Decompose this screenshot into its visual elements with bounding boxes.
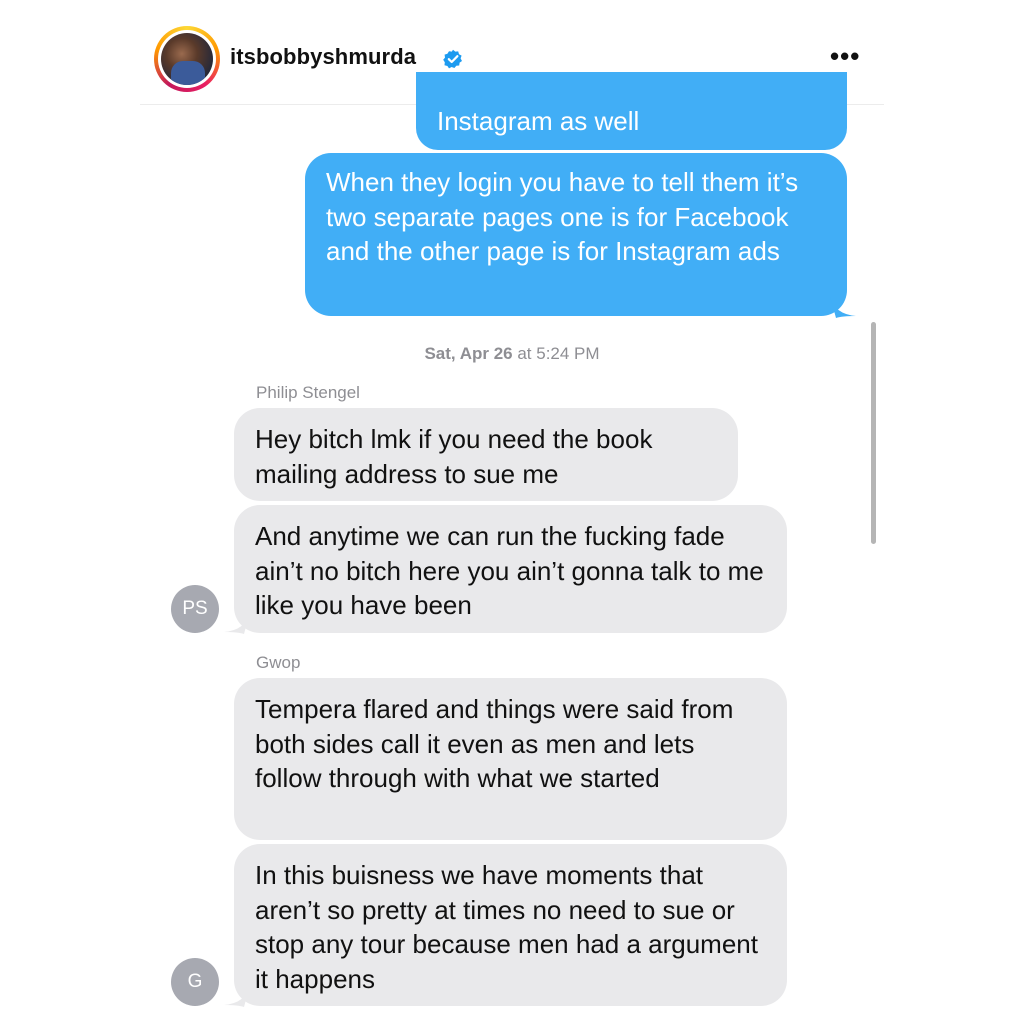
message-text: Hey bitch lmk if you need the book maili… [255,424,653,489]
sender-avatar[interactable]: G [171,958,219,1006]
incoming-message[interactable]: Tempera flared and things were said from… [234,678,787,840]
more-options-icon[interactable]: ••• [830,43,860,69]
profile-avatar[interactable] [154,26,220,92]
profile-username[interactable]: itsbobbyshmurda [230,44,416,70]
sender-avatar[interactable]: PS [171,585,219,633]
sender-name: Gwop [256,653,301,672]
message-text: In this buisness we have moments that ar… [255,860,758,994]
message-text: Tempera flared and things were said from… [255,694,734,793]
bubble-tail [224,985,250,1007]
avatar-photo [161,33,213,85]
message-text: And anytime we can run the fucking fade … [255,521,764,620]
bubble-tail [224,612,250,634]
message-text: Instagram as well [437,106,640,136]
timestamp-day: Sat, Apr 26 [424,344,513,363]
verified-badge-icon [443,49,462,69]
outgoing-message[interactable]: Instagram as well [416,72,847,150]
incoming-message[interactable]: Hey bitch lmk if you need the book maili… [234,408,738,501]
message-text: When they login you have to tell them it… [326,167,799,266]
sender-name: Philip Stengel [256,383,360,402]
incoming-message[interactable]: In this buisness we have moments that ar… [234,844,787,1006]
message-timestamp: Sat, Apr 26 at 5:24 PM [0,344,1024,364]
outgoing-message[interactable]: When they login you have to tell them it… [305,153,847,316]
timestamp-time: at 5:24 PM [512,344,600,363]
bubble-tail [830,296,856,318]
incoming-message[interactable]: And anytime we can run the fucking fade … [234,505,787,633]
